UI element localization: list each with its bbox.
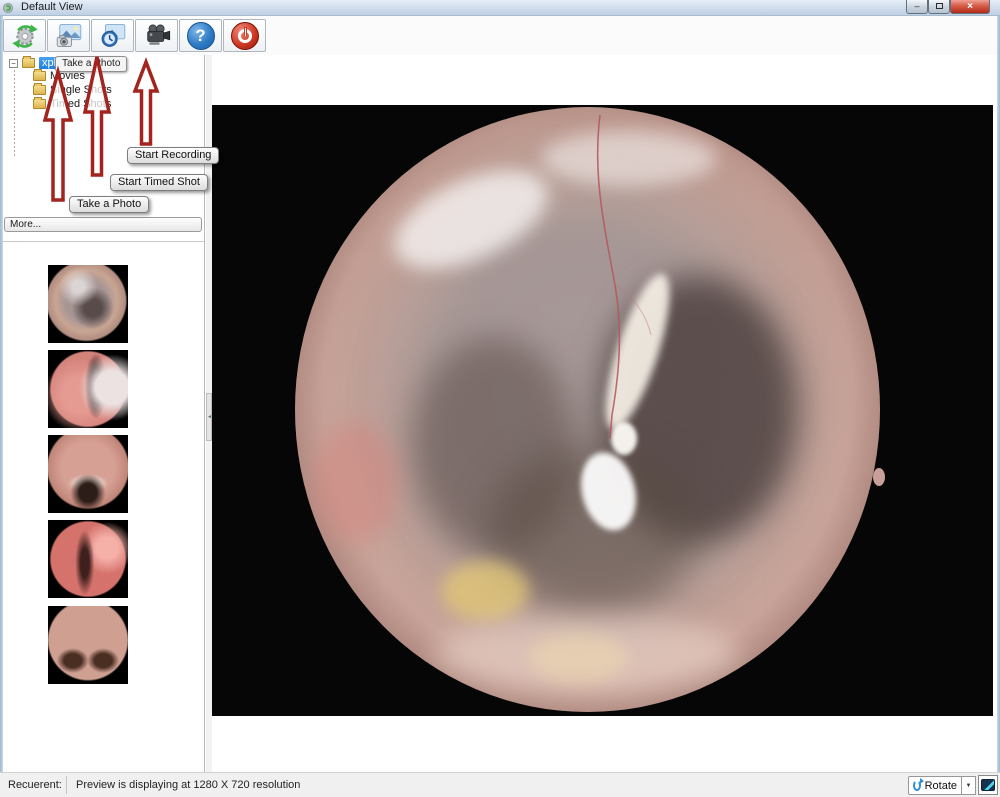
collapse-icon[interactable]: − (9, 59, 18, 68)
ear-canal-thumbnail[interactable] (48, 265, 128, 343)
window-title: Default View (21, 1, 83, 13)
take-photo-button[interactable] (47, 19, 90, 52)
red-arrow-take-photo (45, 72, 71, 200)
titlebar: Default View (0, 0, 1000, 16)
close-button[interactable]: × (950, 0, 990, 14)
status-label: Recuerent: (8, 779, 62, 791)
vocal-cords-thumbnail[interactable] (48, 435, 128, 513)
red-arrow-timed-shot (85, 57, 109, 175)
gear-refresh-icon (10, 22, 40, 49)
callout-start-timed-shot: Start Timed Shot (110, 174, 208, 191)
clock-photo-icon (98, 22, 128, 49)
statusbar: Recuerent: Preview is displaying at 1280… (0, 772, 1000, 797)
fullscreen-button[interactable] (978, 775, 998, 795)
settings-refresh-button[interactable] (3, 19, 46, 52)
power-icon (231, 22, 259, 50)
more-button[interactable]: More... (4, 217, 202, 232)
maximize-icon (936, 3, 943, 9)
record-video-button[interactable] (135, 19, 178, 52)
folder-icon (22, 58, 35, 68)
tissue-nub (873, 468, 885, 486)
display-icon (981, 779, 995, 791)
camcorder-icon (142, 22, 172, 49)
app-icon (3, 2, 15, 14)
tree-connector (14, 66, 15, 157)
nasal-passage-thumbnail[interactable] (48, 520, 128, 598)
minimize-button[interactable]: – (906, 0, 928, 14)
nasal-cavity-thumbnail[interactable] (48, 350, 128, 428)
epiglottis-thumbnail[interactable] (48, 606, 128, 684)
timed-shot-button[interactable] (91, 19, 134, 52)
application-window: Default View – × (0, 0, 1000, 797)
toolbar: ? (3, 16, 997, 55)
help-button[interactable]: ? (179, 19, 222, 52)
rotate-button[interactable]: Rotate (908, 776, 962, 795)
status-message: Preview is displaying at 1280 X 720 reso… (76, 779, 300, 791)
rotate-icon (913, 780, 921, 791)
callout-take-a-photo: Take a Photo (69, 196, 149, 213)
rotate-dropdown-button[interactable]: ▼ (962, 776, 976, 795)
red-arrow-recording (135, 62, 157, 144)
rotate-label: Rotate (925, 780, 957, 792)
live-preview-area (212, 105, 993, 716)
splitter-collapse-handle[interactable]: ◄ (206, 393, 212, 441)
panel-divider (3, 241, 204, 242)
window-border-left (0, 0, 3, 797)
blood-vessel-overlay (295, 107, 880, 712)
callout-start-recording: Start Recording (127, 147, 219, 164)
status-separator (66, 776, 67, 794)
maximize-button[interactable] (928, 0, 950, 14)
photo-camera-icon (54, 22, 84, 49)
help-icon: ? (187, 22, 215, 50)
power-exit-button[interactable] (223, 19, 266, 52)
